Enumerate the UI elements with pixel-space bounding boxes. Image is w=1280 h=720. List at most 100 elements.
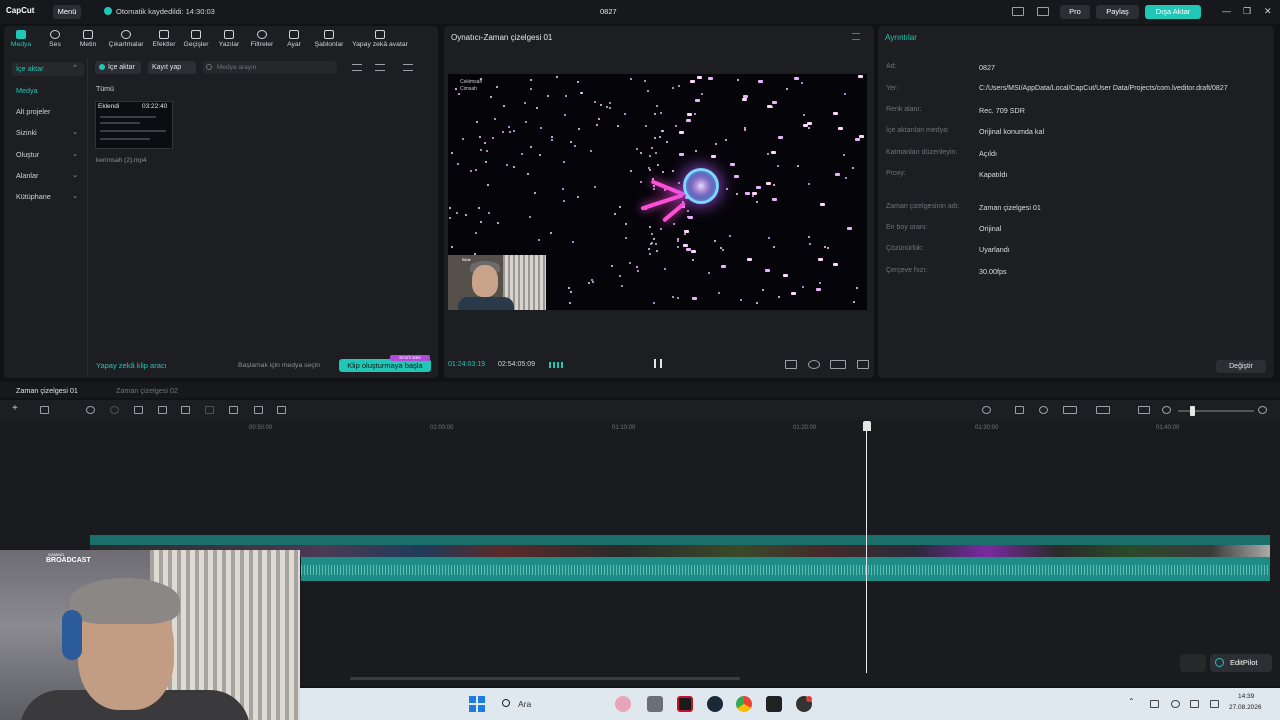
- tool-ai-avatar[interactable]: Yapay zekâ avatar: [350, 30, 410, 48]
- undo-icon[interactable]: [86, 406, 95, 414]
- nav-subprojects[interactable]: Alt projeler: [12, 105, 84, 119]
- nav-yours[interactable]: Sizinki ⌄: [12, 126, 84, 140]
- volume-icon[interactable]: [1210, 700, 1219, 708]
- particle: [694, 149, 697, 152]
- particle: [619, 206, 622, 209]
- pause-icon[interactable]: [654, 359, 662, 368]
- tool-audio[interactable]: Ses: [46, 30, 64, 48]
- maximize-icon[interactable]: ❐: [1243, 6, 1251, 17]
- total-time: 02:54:05:09: [498, 361, 535, 368]
- steam-icon[interactable]: [707, 696, 723, 712]
- app-icon[interactable]: [677, 696, 693, 712]
- record-button[interactable]: Kayıt yap: [148, 61, 196, 74]
- particle: [858, 75, 864, 79]
- particle: [672, 223, 675, 226]
- particle: [536, 107, 539, 110]
- select-tool-icon[interactable]: [40, 406, 49, 414]
- close-icon[interactable]: ✕: [1264, 6, 1272, 17]
- particle: [758, 79, 764, 83]
- import-button[interactable]: İçe aktar: [95, 61, 141, 74]
- windows-start-icon[interactable]: [469, 696, 485, 712]
- preview-axis-icon[interactable]: [1063, 406, 1077, 414]
- layout-toggle-button[interactable]: [1180, 654, 1206, 672]
- tab-timeline-01[interactable]: Zaman çizelgesi 01: [16, 386, 78, 395]
- glowing-orb: [683, 168, 719, 204]
- split-icon[interactable]: [134, 406, 143, 414]
- clock-time[interactable]: 14:39: [1238, 693, 1254, 700]
- chevron-up-icon[interactable]: ⌃: [1128, 697, 1137, 706]
- tool-stickers[interactable]: Çıkartmalar: [106, 30, 146, 48]
- share-button[interactable]: Paylaş: [1096, 5, 1139, 19]
- link-icon[interactable]: [1015, 406, 1024, 414]
- nav-create[interactable]: Oluştur ⌄: [12, 148, 84, 162]
- shield-icon[interactable]: [229, 406, 238, 414]
- tab-timeline-02[interactable]: Zaman çizelgesi 02: [116, 386, 178, 395]
- export-button[interactable]: Dışa Aktar: [1145, 5, 1201, 19]
- particle: [476, 121, 479, 124]
- wifi-icon[interactable]: [1190, 700, 1199, 708]
- tool-adjust[interactable]: Ayar: [284, 30, 304, 48]
- ai-clip-tool[interactable]: Yapay zekâ klip aracı: [96, 361, 167, 370]
- nav-library[interactable]: Kütüphane ⌄: [12, 190, 84, 204]
- menu-button[interactable]: Menü: [53, 5, 81, 19]
- split-screen-icon[interactable]: [1096, 406, 1110, 414]
- trim-right-icon[interactable]: [181, 406, 190, 414]
- tool-templates[interactable]: Şablonlar: [312, 30, 346, 48]
- tool-effects[interactable]: Efektler: [150, 30, 178, 48]
- particle: [755, 201, 758, 204]
- timeline-scrollbar[interactable]: [350, 677, 740, 680]
- microphone-icon[interactable]: [1171, 700, 1180, 708]
- playhead[interactable]: [866, 425, 867, 673]
- fullscreen-icon[interactable]: [857, 360, 869, 369]
- add-icon[interactable]: +: [12, 403, 21, 414]
- tool-filters[interactable]: Filtreler: [248, 30, 276, 48]
- file-explorer-icon[interactable]: [647, 696, 663, 712]
- change-button[interactable]: Değiştir: [1216, 360, 1266, 373]
- particle: [772, 246, 775, 249]
- media-search-input[interactable]: Medya arayın: [203, 61, 337, 74]
- network-icon[interactable]: [1150, 700, 1159, 708]
- nav-spaces[interactable]: Alanlar ⌄: [12, 169, 84, 183]
- particle: [449, 206, 452, 209]
- fit-icon[interactable]: [785, 360, 797, 369]
- crop-icon[interactable]: [254, 406, 263, 414]
- all-filter-label[interactable]: Tümü: [96, 86, 114, 93]
- tool-media[interactable]: Medya: [10, 30, 32, 48]
- minimize-icon[interactable]: —: [1222, 6, 1231, 16]
- particle: [551, 136, 554, 139]
- clock-date[interactable]: 27.08.2026: [1229, 704, 1262, 711]
- video-track-header[interactable]: [90, 535, 1270, 545]
- microphone-icon[interactable]: [982, 406, 991, 414]
- zoom-in-icon[interactable]: [1258, 406, 1267, 414]
- sort-icon[interactable]: [375, 64, 385, 71]
- keyboard-icon[interactable]: [1037, 7, 1049, 16]
- tool-captions[interactable]: Yazılar: [216, 30, 242, 48]
- tool-transitions[interactable]: Geçişler: [182, 30, 210, 48]
- caption-icon[interactable]: [1138, 406, 1150, 414]
- nav-import[interactable]: İçe aktar ⌃: [12, 62, 84, 76]
- filter-icon[interactable]: [403, 64, 413, 71]
- layout-icon[interactable]: [1012, 7, 1024, 16]
- particle: [539, 153, 542, 156]
- redo-icon[interactable]: [110, 406, 119, 414]
- chrome-icon[interactable]: [736, 696, 752, 712]
- snap-icon[interactable]: [1039, 406, 1048, 414]
- pro-button[interactable]: Pro: [1060, 5, 1090, 19]
- ratio-icon[interactable]: [830, 360, 846, 369]
- time-ruler[interactable]: [0, 420, 1280, 436]
- trim-left-icon[interactable]: [158, 406, 167, 414]
- zoom-out-icon[interactable]: [1162, 406, 1171, 414]
- grid-view-icon[interactable]: [352, 64, 362, 71]
- player-title: Oynatıcı-Zaman çizelgesi 01: [451, 33, 553, 42]
- nav-media[interactable]: Medya: [12, 84, 84, 98]
- flamingo-icon[interactable]: [615, 696, 631, 712]
- snapshot-icon[interactable]: [808, 360, 820, 369]
- tool-text[interactable]: Metin: [78, 30, 98, 48]
- hamburger-icon[interactable]: [852, 33, 860, 40]
- delete-icon[interactable]: [205, 406, 214, 414]
- capcut-icon[interactable]: [766, 696, 782, 712]
- magic-wand-icon[interactable]: [277, 406, 286, 414]
- zoom-slider-handle[interactable]: [1190, 406, 1195, 416]
- waveform-icon[interactable]: [549, 362, 563, 368]
- playhead-handle[interactable]: [863, 421, 871, 431]
